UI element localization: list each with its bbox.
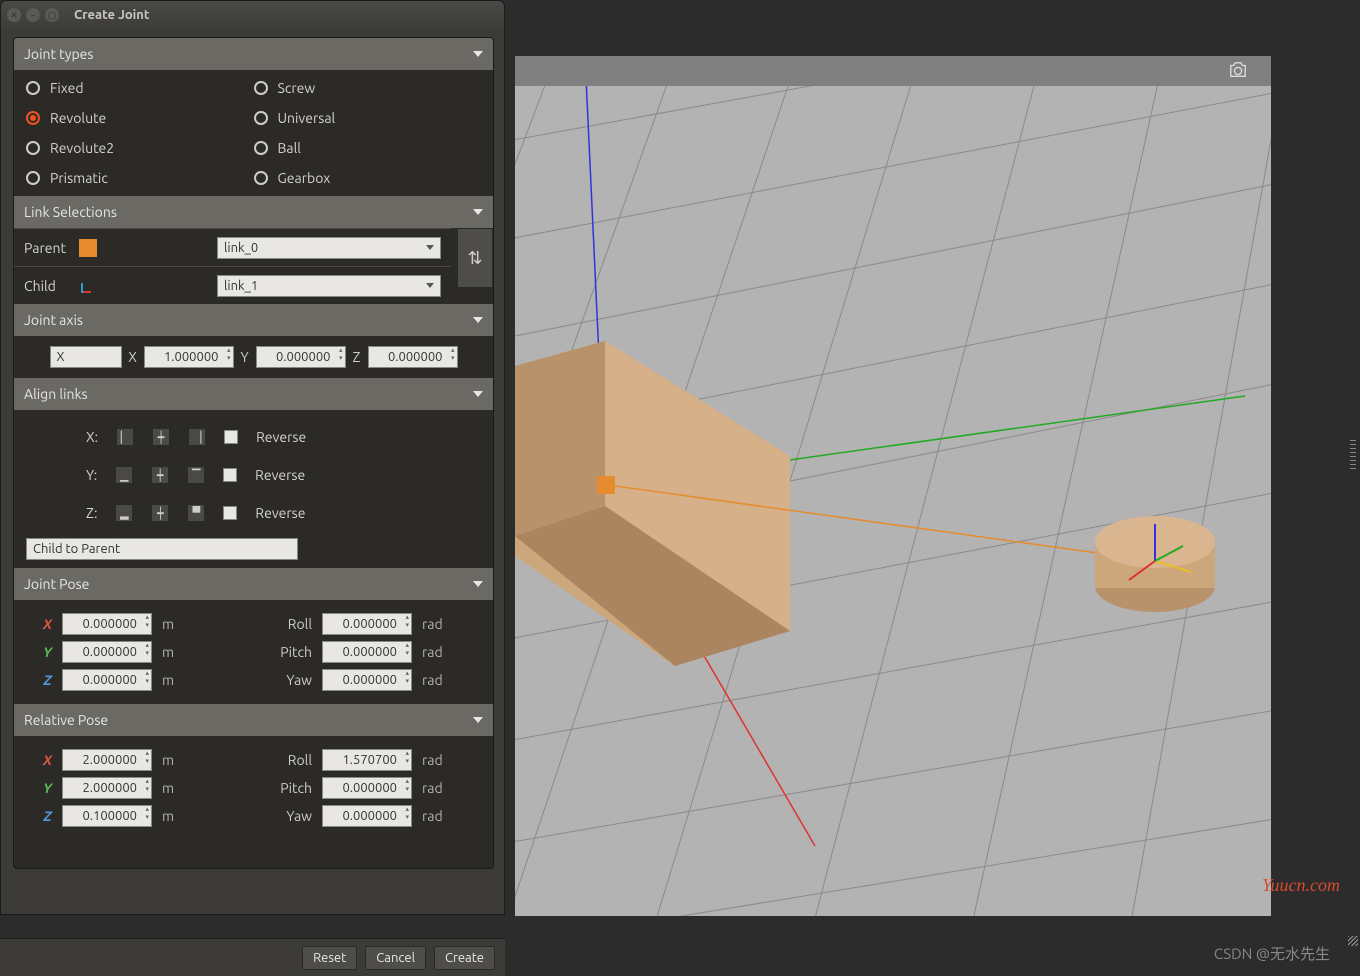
dialog-footer: Reset Cancel Create	[0, 938, 505, 976]
axis-z-input[interactable]: 0.000000	[368, 346, 458, 368]
viewport-3d[interactable]	[515, 56, 1271, 916]
radio-prismatic[interactable]: Prismatic	[26, 170, 254, 186]
reverse-z-checkbox[interactable]	[223, 506, 237, 520]
viewport-drag-handle[interactable]	[1350, 440, 1356, 470]
window-maximize-icon[interactable]: ▢	[45, 8, 59, 22]
align-x-row: X: ▏ ┿ ▕ Reverse	[26, 418, 481, 456]
rp-z-input[interactable]: 0.100000	[62, 805, 152, 827]
jp-z-input[interactable]: 0.000000	[62, 669, 152, 691]
align-y-max-icon[interactable]: ▔	[187, 466, 205, 484]
relative-pose-body: X2.000000mRoll1.570700rad Y2.000000mPitc…	[14, 736, 493, 840]
window-minimize-icon[interactable]: –	[26, 8, 40, 22]
parent-color-swatch	[79, 239, 97, 257]
chevron-down-icon	[473, 209, 483, 215]
radio-revolute2[interactable]: Revolute2	[26, 140, 254, 156]
align-y-center-icon[interactable]: ┿	[151, 466, 169, 484]
axis-select[interactable]: X	[50, 346, 122, 368]
align-x-min-icon[interactable]: ▏	[116, 428, 134, 446]
window-title: Create Joint	[74, 8, 149, 22]
create-joint-panel: Joint types Fixed Screw Revolute Univers…	[13, 37, 494, 869]
chevron-down-icon	[473, 317, 483, 323]
rp-pitch-input[interactable]: 0.000000	[322, 777, 412, 799]
section-label: Joint types	[24, 46, 93, 62]
jp-pitch-input[interactable]: 0.000000	[322, 641, 412, 663]
chevron-down-icon	[473, 717, 483, 723]
reverse-x-checkbox[interactable]	[224, 430, 238, 444]
align-y-row: Y: ▁ ┿ ▔ Reverse	[26, 456, 481, 494]
create-joint-window: ✕ – ▢ Create Joint Joint types Fixed Scr…	[0, 0, 505, 915]
joint-pose-body: X0.000000mRoll0.000000rad Y0.000000mPitc…	[14, 600, 493, 704]
radio-revolute[interactable]: Revolute	[26, 110, 254, 126]
section-relative-pose[interactable]: Relative Pose	[14, 704, 493, 736]
watermark-text: Yuucn.com	[1262, 875, 1340, 896]
link-selection-body: Parent link_0 Child link_1 ⇅	[14, 228, 493, 304]
align-x-max-icon[interactable]: ▕	[188, 428, 206, 446]
section-joint-types[interactable]: Joint types	[14, 38, 493, 70]
joint-axis-body: X X 1.000000 Y 0.000000 Z 0.000000	[14, 336, 493, 378]
chevron-down-icon	[473, 51, 483, 57]
radio-gearbox[interactable]: Gearbox	[254, 170, 482, 186]
rp-roll-input[interactable]: 1.570700	[322, 749, 412, 771]
jp-x-input[interactable]: 0.000000	[62, 613, 152, 635]
reverse-y-checkbox[interactable]	[223, 468, 237, 482]
radio-screw[interactable]: Screw	[254, 80, 482, 96]
reset-button[interactable]: Reset	[302, 946, 357, 970]
child-link-combo[interactable]: link_1	[217, 275, 441, 297]
parent-link-combo[interactable]: link_0	[217, 237, 441, 259]
axis-y-input[interactable]: 0.000000	[256, 346, 346, 368]
titlebar[interactable]: ✕ – ▢ Create Joint	[1, 1, 504, 29]
jp-y-input[interactable]: 0.000000	[62, 641, 152, 663]
align-x-center-icon[interactable]: ┿	[152, 428, 170, 446]
child-axes-icon	[79, 277, 97, 295]
parent-row: Parent link_0	[14, 228, 451, 266]
section-joint-axis[interactable]: Joint axis	[14, 304, 493, 336]
viewport-toolbar	[515, 56, 1271, 86]
swap-links-button[interactable]: ⇅	[457, 228, 493, 288]
jp-roll-input[interactable]: 0.000000	[322, 613, 412, 635]
axis-x-input[interactable]: 1.000000	[144, 346, 234, 368]
camera-icon[interactable]	[1225, 59, 1251, 81]
radio-ball[interactable]: Ball	[254, 140, 482, 156]
joint-types-body: Fixed Screw Revolute Universal Revolute2…	[14, 70, 493, 196]
resize-grip-icon[interactable]	[1346, 934, 1358, 946]
align-z-min-icon[interactable]: ▂	[115, 504, 133, 522]
rp-x-input[interactable]: 2.000000	[62, 749, 152, 771]
align-z-row: Z: ▂ ┿ ▀ Reverse	[26, 494, 481, 532]
section-link-selections[interactable]: Link Selections	[14, 196, 493, 228]
radio-fixed[interactable]: Fixed	[26, 80, 254, 96]
rp-y-input[interactable]: 2.000000	[62, 777, 152, 799]
csdn-attribution: CSDN @无水先生	[1214, 943, 1330, 964]
section-align-links[interactable]: Align links	[14, 378, 493, 410]
cancel-button[interactable]: Cancel	[365, 946, 426, 970]
align-z-max-icon[interactable]: ▀	[187, 504, 205, 522]
chevron-down-icon	[473, 581, 483, 587]
align-z-center-icon[interactable]: ┿	[151, 504, 169, 522]
window-close-icon[interactable]: ✕	[7, 8, 21, 22]
section-joint-pose[interactable]: Joint Pose	[14, 568, 493, 600]
create-button[interactable]: Create	[434, 946, 495, 970]
align-y-min-icon[interactable]: ▁	[115, 466, 133, 484]
radio-universal[interactable]: Universal	[254, 110, 482, 126]
align-direction-combo[interactable]: Child to Parent	[26, 538, 298, 560]
child-row: Child link_1	[14, 266, 451, 304]
align-body: X: ▏ ┿ ▕ Reverse Y: ▁ ┿ ▔ Reverse Z: ▂ ┿…	[14, 410, 493, 568]
rp-yaw-input[interactable]: 0.000000	[322, 805, 412, 827]
chevron-down-icon	[473, 391, 483, 397]
jp-yaw-input[interactable]: 0.000000	[322, 669, 412, 691]
